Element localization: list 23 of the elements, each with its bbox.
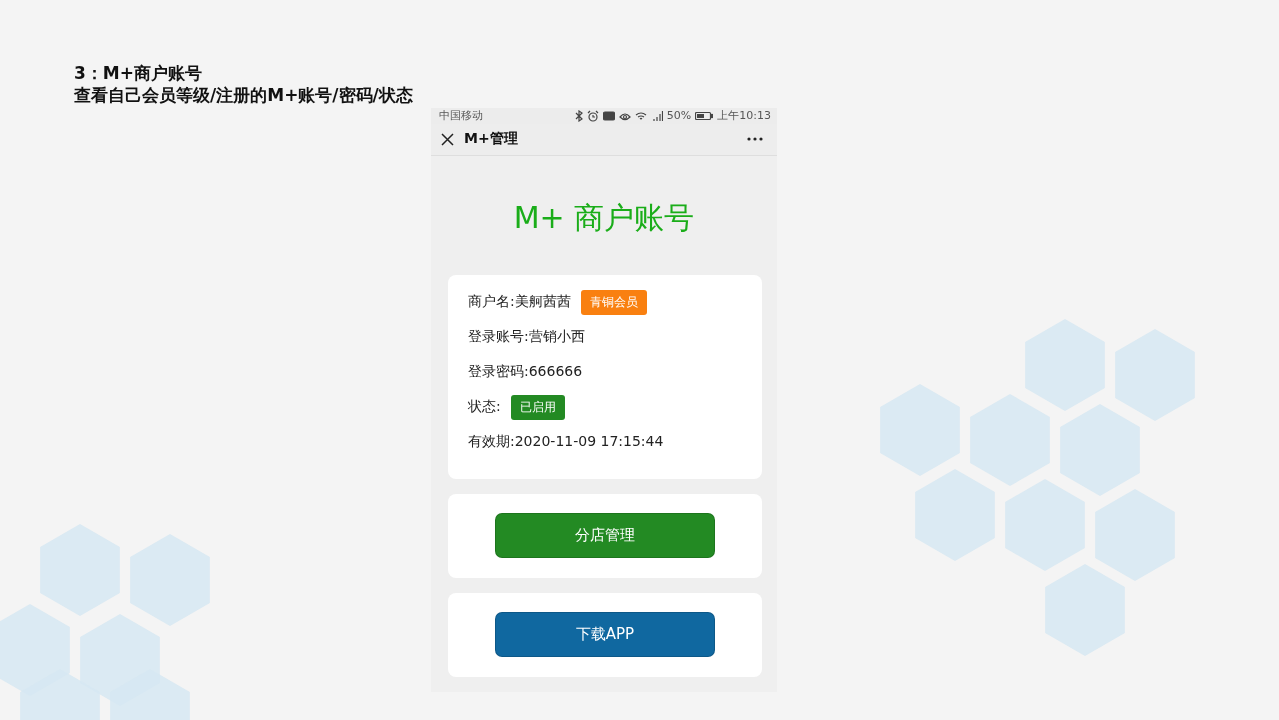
info-text: 有效期:2020-11-09 17:15:44 xyxy=(468,433,664,451)
page-nav-title: M+管理 xyxy=(464,130,518,149)
battery-percent: 50% xyxy=(666,109,692,123)
info-text: 状态: xyxy=(468,398,501,416)
bluetooth-icon xyxy=(574,109,583,122)
carrier-name: 中国移动 xyxy=(439,108,483,124)
battery-icon xyxy=(695,109,714,122)
status-tag: 青铜会员 xyxy=(580,289,647,315)
alarm-icon xyxy=(586,109,599,122)
more-icon[interactable] xyxy=(747,137,763,142)
info-text: 登录账号:营销小西 xyxy=(468,328,585,346)
action-button[interactable]: 分店管理 xyxy=(495,513,715,558)
signal-icon xyxy=(650,109,663,122)
close-icon[interactable] xyxy=(441,132,454,146)
slide-heading: 3：M+商户账号 xyxy=(74,62,202,84)
slide-subheading: 查看自己会员等级/注册的M+账号/密码/状态 xyxy=(74,84,413,106)
status-tag: 已启用 xyxy=(510,394,565,420)
action-button[interactable]: 下载APP xyxy=(495,612,715,657)
info-text: 登录密码:666666 xyxy=(468,363,583,381)
info-text: 商户名:美舸茜茜 xyxy=(468,293,571,311)
wifi-icon xyxy=(634,109,647,122)
page-title: M+ 商户账号 xyxy=(513,199,695,237)
clock-time: 上午10:13 xyxy=(717,108,771,124)
